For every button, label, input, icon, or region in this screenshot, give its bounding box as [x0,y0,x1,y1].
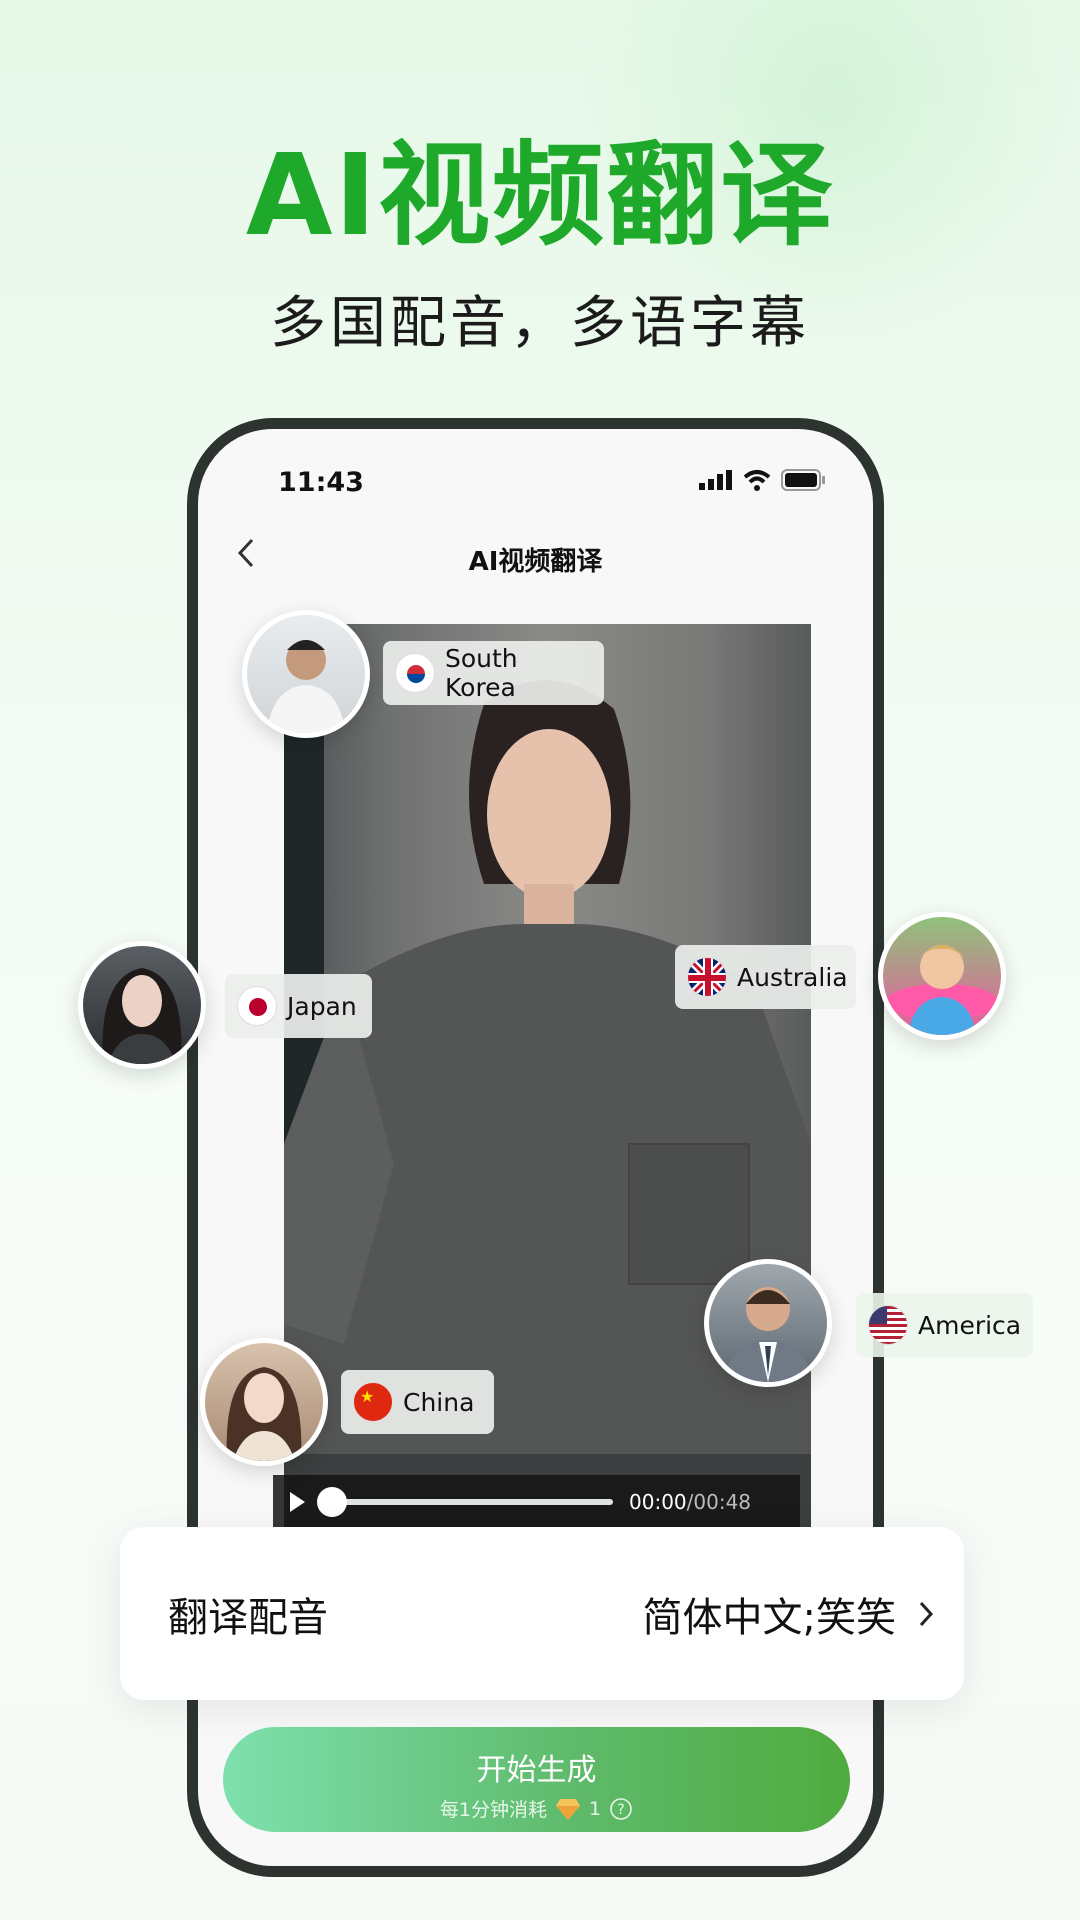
start-generate-button[interactable]: 开始生成 每1分钟消耗 1 ? [223,1727,850,1832]
avatar-image [226,1367,302,1461]
chevron-right-icon [919,1601,934,1626]
duration: /00:48 [686,1490,752,1514]
avatar-image [724,1287,812,1382]
voice-tag-japan[interactable]: Japan [225,974,372,1038]
cost-prefix: 每1分钟消耗 [439,1799,547,1821]
nav-title: AI视频翻译 [468,547,603,577]
avatar-image [102,968,182,1064]
video-controls: 00:00/00:48 [273,1475,800,1529]
hero-title: AI视频翻译 [245,131,835,261]
country-label: Australia [737,962,848,992]
cost-info: 每1分钟消耗 1 ? [223,1795,850,1822]
avatar-south-korea[interactable] [242,610,370,738]
voice-tag-china[interactable]: ★ China [341,1370,494,1434]
japan-flag-icon [237,986,277,1026]
country-label: Japan [287,991,357,1021]
help-icon[interactable]: ? [609,1797,633,1821]
setting-label: 翻译配音 [168,1594,328,1641]
wifi-icon [743,470,771,491]
avatar-china[interactable] [200,1338,328,1466]
svg-text:?: ? [617,1802,624,1818]
avatar-japan[interactable] [78,941,206,1069]
country-label: South Korea [445,644,518,702]
play-icon[interactable] [287,1490,307,1514]
voice-tag-south-korea[interactable]: South Korea [383,641,604,705]
translation-voice-setting[interactable]: 翻译配音 简体中文;笑笑 [120,1527,964,1700]
current-time: 00:00 [629,1490,687,1514]
status-time: 11:43 [278,467,364,498]
diamond-icon [556,1798,580,1820]
setting-value-row: 简体中文;笑笑 [643,1585,934,1643]
progress-slider[interactable] [317,1487,613,1517]
hero-subtitle: 多国配音，多语字幕 [270,291,810,356]
battery-icon [781,469,825,491]
progress-knob[interactable] [317,1487,347,1517]
voice-tag-australia[interactable]: Australia [675,945,856,1009]
start-label: 开始生成 [476,1753,597,1788]
us-flag-icon [868,1305,908,1345]
avatar-image [886,945,998,1035]
china-flag-icon: ★ [353,1382,393,1422]
country-label: China [403,1387,475,1417]
signal-icon [699,470,732,490]
status-icons [699,469,825,491]
south-korea-flag-icon [395,653,435,693]
country-label: America [918,1310,1022,1340]
avatar-america[interactable] [704,1259,832,1387]
uk-flag-icon [687,957,727,997]
cost-value: 1 [589,1797,602,1820]
voice-tag-america[interactable]: America [856,1293,1033,1357]
avatar-image [267,640,345,733]
time-readout: 00:00/00:48 [629,1490,751,1514]
avatar-australia[interactable] [878,912,1006,1040]
setting-value: 简体中文;笑笑 [642,1594,896,1641]
